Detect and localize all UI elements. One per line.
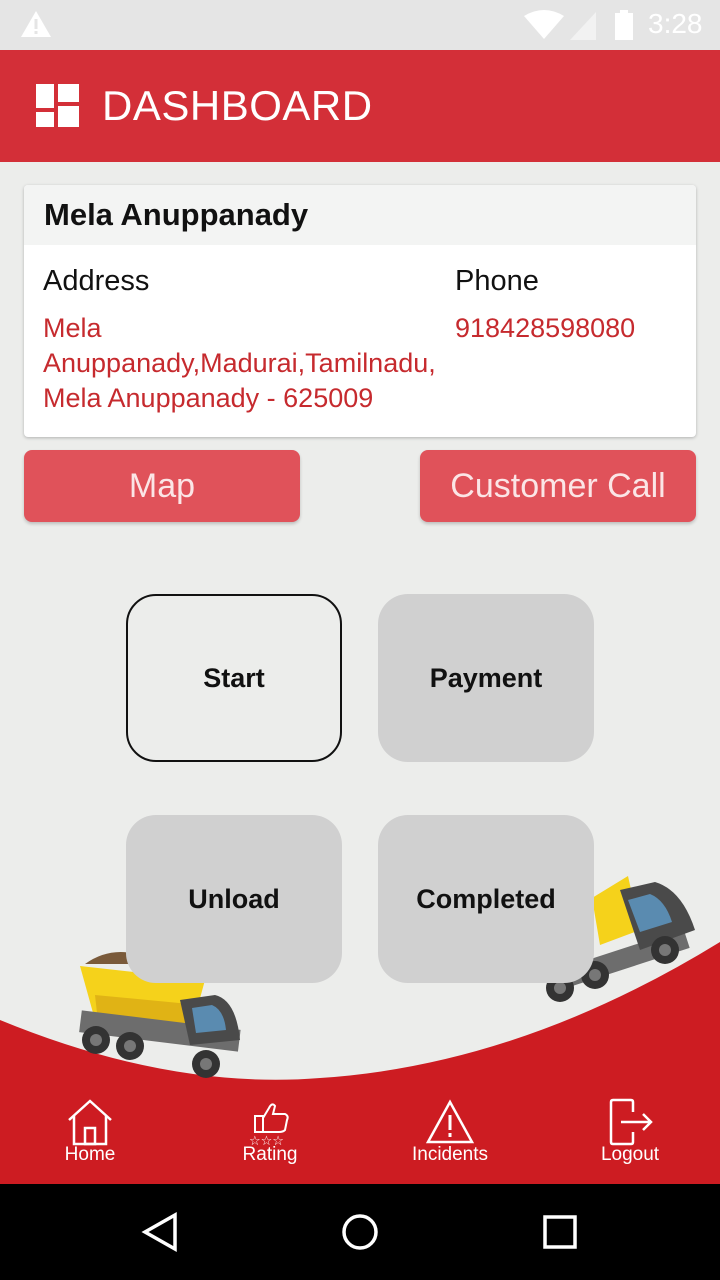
nav-incidents[interactable]: Incidents [380,1090,520,1184]
warning-icon [20,10,52,43]
nav-home[interactable]: Home [20,1090,160,1184]
nav-rating-label: Rating [242,1144,298,1165]
completed-tile[interactable]: Completed [378,815,594,983]
address-line-3: Mela Anuppanady - 625009 [43,383,374,413]
nav-incidents-label: Incidents [411,1144,489,1165]
recents-icon[interactable] [542,1212,578,1257]
status-bar: 3:28 [0,0,720,50]
nav-home-label: Home [64,1144,116,1165]
payment-tile[interactable]: Payment [378,594,594,762]
home-icon [68,1099,112,1146]
battery-icon [614,10,634,45]
page-title: DASHBOARD [102,82,373,129]
dashboard-icon [36,84,79,132]
customer-name: Mela Anuppanady [24,185,696,245]
start-tile[interactable]: Start [126,594,342,762]
wifi-icon [524,10,564,45]
nav-logout-label: Logout [600,1144,660,1165]
rating-icon: ☆☆☆ [249,1103,289,1146]
logout-icon [609,1098,653,1146]
home-circle-icon[interactable] [340,1212,380,1257]
address-line-1: Mela [43,313,102,343]
bottom-nav: Home ☆☆☆ Rating Incidents Logout [0,1090,720,1184]
incidents-icon [425,1099,475,1144]
unload-tile[interactable]: Unload [126,815,342,983]
map-button[interactable]: Map [24,450,300,522]
customer-card: Mela Anuppanady Address Phone Mela Anupp… [24,185,696,437]
signal-icon [570,12,596,45]
customer-call-button[interactable]: Customer Call [420,450,696,522]
status-time: 3:28 [648,8,703,39]
phone-label: Phone [455,265,539,297]
phone-value[interactable]: 918428598080 [455,311,635,346]
system-nav-bar [0,1184,720,1280]
nav-rating[interactable]: ☆☆☆ Rating [200,1090,340,1184]
app-bar: DASHBOARD [0,50,720,162]
address-label: Address [43,265,150,297]
address-value: Mela Anuppanady,Madurai,Tamilnadu, Mela … [43,311,463,416]
nav-logout[interactable]: Logout [560,1090,700,1184]
address-line-2: Anuppanady,Madurai,Tamilnadu, [43,348,436,378]
back-icon[interactable] [140,1211,180,1257]
